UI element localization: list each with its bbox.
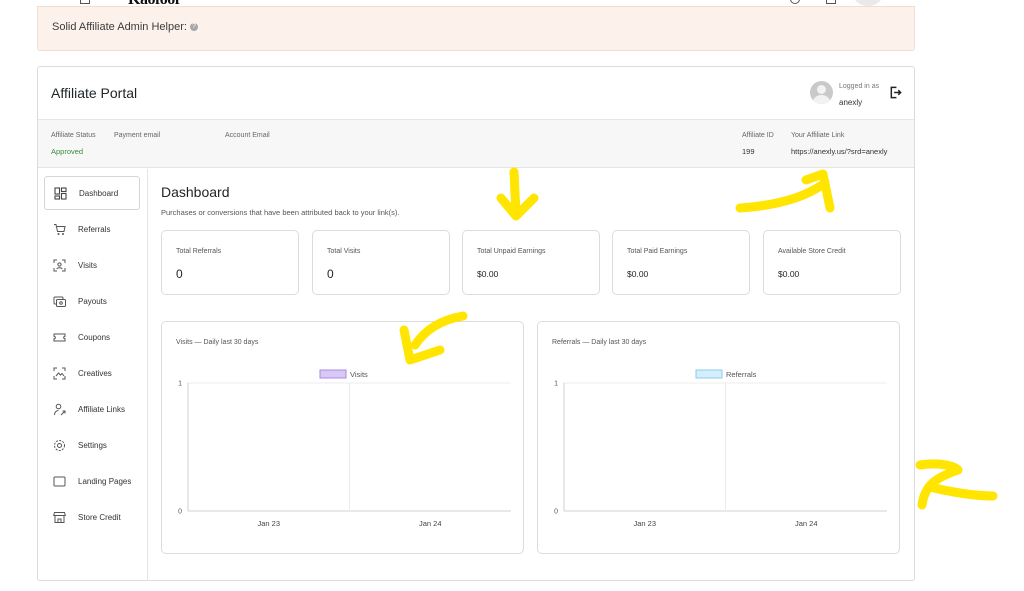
affiliate-link-value[interactable]: https://anexly.us/?srd=anexly [791,147,887,156]
gear-icon [54,440,65,451]
stat-card-total-referrals: Total Referrals 0 [161,230,299,295]
account-email-label: Account Email [225,132,270,139]
sidebar-item-label: Visits [78,261,97,270]
sidebar-item-label: Creatives [78,369,112,378]
sidebar-item-coupons[interactable]: Coupons [44,321,140,355]
menu-icon[interactable] [80,0,90,4]
sidebar-item-referrals[interactable]: Referrals [44,213,140,247]
stat-value: $0.00 [627,269,649,279]
x-tick-label: Jan 24 [419,519,442,528]
search-icon[interactable] [790,0,800,4]
portal-header: Affiliate Portal Logged in as anexly [38,67,914,120]
sidebar-item-visits[interactable]: Visits [44,249,140,283]
sidebar-item-label: Store Credit [78,513,121,522]
stat-value: $0.00 [778,269,800,279]
stat-label: Total Referrals [176,248,222,255]
portal-sidebar: Dashboard Referrals Visits Payouts Coupo… [38,169,148,581]
user-link-icon [54,403,66,416]
stat-card-paid-earnings: Total Paid Earnings $0.00 [612,230,750,295]
visits-chart: Visits 0 1 Jan 23 Jan 24 [178,369,511,528]
sidebar-item-label: Settings [78,441,107,450]
logged-in-username: anexly [839,98,863,107]
portal-title: Affiliate Portal [51,85,138,101]
stat-value: 0 [327,267,334,281]
sidebar-item-label: Payouts [78,297,107,306]
logout-icon[interactable] [889,86,902,99]
stat-label: Total Unpaid Earnings [477,248,546,255]
creatives-icon [53,367,66,380]
sidebar-item-dashboard[interactable]: Dashboard [44,176,140,210]
affiliate-id-value: 199 [742,147,755,156]
sidebar-item-label: Referrals [78,225,111,234]
status-label: Affiliate Status [51,132,96,139]
sidebar-item-affiliate-links[interactable]: Affiliate Links [44,393,140,427]
avatar [810,81,833,104]
stat-label: Total Visits [327,248,361,255]
y-tick-label: 1 [554,381,558,388]
affiliate-link-label: Your Affiliate Link [791,132,845,139]
stat-label: Available Store Credit [778,248,846,255]
stat-card-unpaid-earnings: Total Unpaid Earnings $0.00 [462,230,600,295]
sidebar-item-label: Dashboard [79,189,119,198]
stat-value: $0.00 [477,269,499,279]
y-tick-label: 1 [178,381,182,388]
page-title: Dashboard [161,184,230,200]
affiliate-info-bar: Affiliate Status Approved Payment email … [38,120,914,168]
x-tick-label: Jan 23 [633,519,656,528]
legend-label: Visits [350,370,368,379]
logged-in-label: Logged in as [839,83,880,90]
sidebar-item-label: Affiliate Links [78,405,125,414]
stat-card-store-credit: Available Store Credit $0.00 [763,230,901,295]
help-icon[interactable]: ? [189,23,198,32]
affiliate-id-label: Affiliate ID [742,132,774,139]
annotation-arrow-right [915,459,998,510]
sidebar-item-settings[interactable]: Settings [44,429,140,463]
sidebar-item-payouts[interactable]: Payouts [44,285,140,319]
payouts-icon [53,296,66,307]
visits-icon [53,259,66,272]
legend-label: Referrals [726,370,757,379]
y-tick-label: 0 [554,509,558,516]
y-tick-label: 0 [178,509,182,516]
legend-swatch [319,369,347,379]
coupon-icon [53,333,66,342]
account-icon[interactable] [826,0,836,4]
sidebar-item-landing-pages[interactable]: Landing Pages [44,465,140,499]
dashboard-icon [54,187,67,200]
stat-card-total-visits: Total Visits 0 [312,230,450,295]
store-icon [53,512,66,523]
x-tick-label: Jan 24 [795,519,818,528]
stat-label: Total Paid Earnings [627,248,688,255]
landing-page-icon [53,476,66,487]
x-tick-label: Jan 23 [257,519,280,528]
sidebar-item-label: Coupons [78,333,111,342]
stat-value: 0 [176,267,183,281]
sidebar-item-label: Landing Pages [78,477,132,486]
dashboard-main: Dashboard Purchases or conversions that … [149,169,914,581]
affiliate-portal: Affiliate Portal Logged in as anexly Aff… [37,66,915,581]
visits-chart-card: Visits — Daily last 30 days Visits 0 1 Jan … [161,321,524,554]
sidebar-item-store-credit[interactable]: Store Credit [44,501,140,535]
cart-icon [54,224,66,235]
status-badge: Approved [51,147,84,156]
legend-swatch [695,369,723,379]
admin-helper-notice: Solid Affiliate Admin Helper:? [37,6,915,51]
referrals-chart-card: Referrals — Daily last 30 days Referrals… [537,321,900,554]
sidebar-item-creatives[interactable]: Creatives [44,357,140,391]
page-subtitle: Purchases or conversions that have been … [161,208,400,217]
referrals-chart: Referrals 0 1 Jan 23 Jan 24 [554,369,887,528]
payment-email-label: Payment email [114,132,161,139]
admin-helper-text: Solid Affiliate Admin Helper: [52,21,187,33]
